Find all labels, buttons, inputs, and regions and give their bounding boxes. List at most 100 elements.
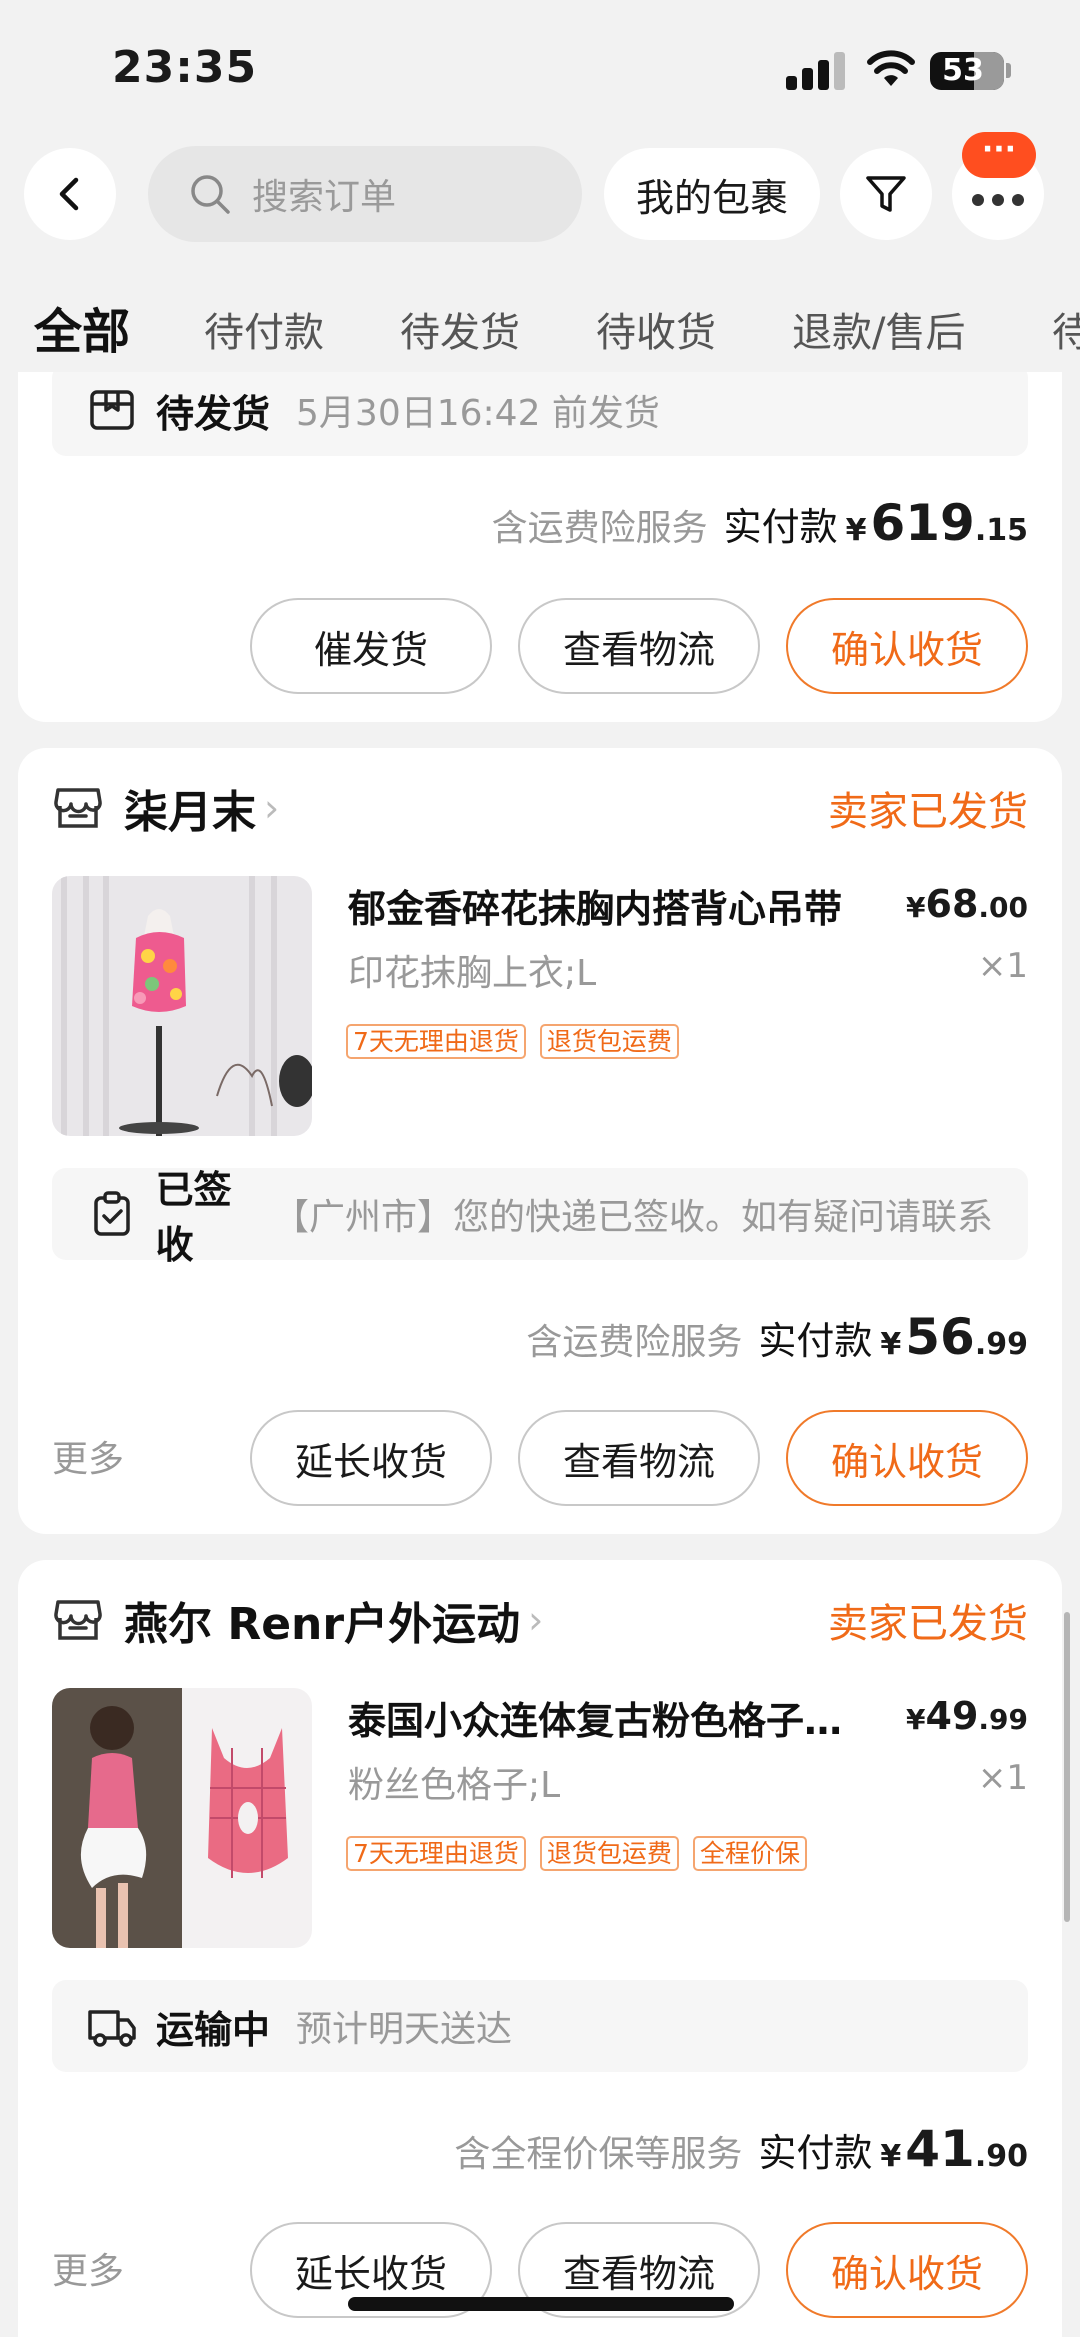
tag-7day-return: 7天无理由退货 xyxy=(346,1024,526,1059)
pay-label: 实付款 xyxy=(758,2131,873,2175)
tab-pending-receipt[interactable]: 待收货 xyxy=(596,300,716,358)
product-qty: ×1 xyxy=(977,1758,1028,1798)
pay-label: 实付款 xyxy=(723,505,838,549)
home-indicator[interactable] xyxy=(348,2297,734,2311)
shop-row[interactable]: 燕尔 Renr户外运动 › 卖家已发货 xyxy=(52,1588,1028,1652)
status-time: 23:35 xyxy=(112,42,258,93)
pay-note: 含全程价保等服务 xyxy=(454,2134,743,2175)
logistics-desc: 【广州市】您的快递已签收。如有疑问请联系 xyxy=(272,1197,993,1238)
tab-pending-review[interactable]: 待 xyxy=(1052,300,1080,358)
logistics-desc: 预计明天送达 xyxy=(296,2009,513,2050)
status-bar: 23:35 53 xyxy=(0,0,1080,140)
pay-amount-dec: .99 xyxy=(974,1327,1028,1362)
more-link[interactable]: 更多 xyxy=(52,2242,124,2294)
tag-return-shipping: 退货包运费 xyxy=(539,1836,679,1871)
order-card: 待发货 5月30日16:42 前发货 含运费险服务 实付款 ¥ 619 .15 … xyxy=(18,372,1062,722)
shop-row[interactable]: 柒月末 › 卖家已发货 xyxy=(52,776,1028,840)
confirm-receipt-button[interactable]: 确认收货 xyxy=(786,598,1028,694)
price-int: 68 xyxy=(925,882,979,926)
tab-refund-aftersale[interactable]: 退款/售后 xyxy=(792,300,965,358)
filter-icon xyxy=(866,176,906,212)
shipping-status-strip[interactable]: 待发货 5月30日16:42 前发货 xyxy=(52,372,1028,456)
wifi-icon xyxy=(867,50,915,86)
payment-row: 含运费险服务 实付款 ¥ 56 .99 xyxy=(526,1308,1028,1366)
tab-all[interactable]: 全部 xyxy=(34,292,130,362)
scrollbar[interactable] xyxy=(1064,1612,1070,1922)
pay-note: 含运费险服务 xyxy=(491,508,708,549)
payment-row: 含运费险服务 实付款 ¥ 619 .15 xyxy=(492,494,1028,552)
top-nav: 搜索订单 我的包裹 xyxy=(0,140,1080,260)
search-icon xyxy=(191,175,230,214)
battery-icon: 53 xyxy=(930,52,1004,90)
currency-symbol: ¥ xyxy=(880,2139,902,2174)
payment-row: 含全程价保等服务 实付款 ¥ 41 .90 xyxy=(454,2120,1028,2178)
logistics-title: 运输中 xyxy=(156,2007,271,2052)
product-image[interactable] xyxy=(52,1688,312,1948)
currency-symbol: ¥ xyxy=(906,1703,926,1736)
pay-label: 实付款 xyxy=(758,1319,873,1363)
order-card: 燕尔 Renr户外运动 › 卖家已发货 泰国小众连体复古粉色格子泳衣 ¥49.9… xyxy=(18,1560,1062,2337)
pay-amount-dec: .15 xyxy=(974,513,1028,548)
confirm-receipt-button[interactable]: 确认收货 xyxy=(786,1410,1028,1506)
back-button[interactable] xyxy=(24,148,116,240)
product-title[interactable]: 泰国小众连体复古粉色格子泳衣 xyxy=(348,1690,878,1745)
battery-level: 53 xyxy=(942,53,984,88)
filter-button[interactable] xyxy=(840,148,932,240)
service-tags: 7天无理由退货 退货包运费 全程价保 xyxy=(346,1836,821,1871)
product-title[interactable]: 郁金香碎花抹胸内搭背心吊带 xyxy=(348,878,878,933)
tag-return-shipping: 退货包运费 xyxy=(539,1024,679,1059)
view-logistics-button[interactable]: 查看物流 xyxy=(518,1410,760,1506)
shop-name: 燕尔 Renr户外运动 xyxy=(124,1599,521,1650)
search-placeholder: 搜索订单 xyxy=(252,177,397,218)
product-image[interactable] xyxy=(52,876,312,1136)
logistics-strip[interactable]: 运输中 预计明天送达 xyxy=(52,1980,1028,2072)
status-desc: 5月30日16:42 前发货 xyxy=(296,393,660,434)
box-icon xyxy=(86,384,138,436)
order-status: 卖家已发货 xyxy=(828,1601,1028,1647)
confirm-receipt-button[interactable]: 确认收货 xyxy=(786,2222,1028,2318)
currency-symbol: ¥ xyxy=(845,513,867,548)
store-icon xyxy=(54,788,102,828)
more-link[interactable]: 更多 xyxy=(52,1430,124,1482)
search-input[interactable]: 搜索订单 xyxy=(148,146,582,242)
price-dec: .00 xyxy=(978,891,1028,924)
store-icon xyxy=(54,1600,102,1640)
back-arrow-icon xyxy=(59,177,79,211)
product-qty: ×1 xyxy=(977,946,1028,986)
price-int: 49 xyxy=(925,1694,979,1738)
pay-amount-int: 619 xyxy=(870,494,975,552)
pay-note: 含运费险服务 xyxy=(526,1322,743,1363)
truck-icon xyxy=(86,2000,138,2052)
status-title: 待发货 xyxy=(156,391,271,436)
order-card: 柒月末 › 卖家已发货 郁金香碎花抹胸内搭背心吊带 ¥68.00 印花抹胸上衣;… xyxy=(18,748,1062,1534)
tab-pending-payment[interactable]: 待付款 xyxy=(204,300,324,358)
urge-shipment-button[interactable]: 催发货 xyxy=(250,598,492,694)
currency-symbol: ¥ xyxy=(880,1327,902,1362)
chevron-right-icon: › xyxy=(264,786,280,830)
pay-amount-dec: .90 xyxy=(974,2139,1028,2174)
pay-amount-int: 41 xyxy=(905,2120,975,2178)
tag-7day-return: 7天无理由退货 xyxy=(346,1836,526,1871)
currency-symbol: ¥ xyxy=(906,891,926,924)
tag-price-protection: 全程价保 xyxy=(692,1836,807,1871)
product-price: ¥68.00 xyxy=(906,882,1028,926)
product-spec: 粉丝色格子;L xyxy=(348,1765,561,1806)
order-status: 卖家已发货 xyxy=(828,789,1028,835)
product-spec: 印花抹胸上衣;L xyxy=(348,953,597,994)
view-logistics-button[interactable]: 查看物流 xyxy=(518,598,760,694)
service-tags: 7天无理由退货 退货包运费 xyxy=(346,1024,693,1059)
extend-receipt-button[interactable]: 延长收货 xyxy=(250,1410,492,1506)
signal-icon xyxy=(786,52,848,90)
product-price: ¥49.99 xyxy=(906,1694,1028,1738)
logistics-title: 已签收 xyxy=(155,1168,232,1267)
price-dec: .99 xyxy=(978,1703,1028,1736)
order-tabs: 全部 待付款 待发货 待收货 退款/售后 待 xyxy=(0,290,1080,370)
pay-amount-int: 56 xyxy=(905,1308,975,1366)
tab-pending-shipment[interactable]: 待发货 xyxy=(400,300,520,358)
chevron-right-icon: › xyxy=(528,1598,544,1642)
message-badge: ··· xyxy=(962,132,1036,178)
more-dots-icon xyxy=(972,194,1024,206)
clipboard-check-icon xyxy=(86,1188,138,1240)
my-packages-button[interactable]: 我的包裹 xyxy=(604,148,820,240)
logistics-strip[interactable]: 已签收 【广州市】您的快递已签收。如有疑问请联系 xyxy=(52,1168,1028,1267)
